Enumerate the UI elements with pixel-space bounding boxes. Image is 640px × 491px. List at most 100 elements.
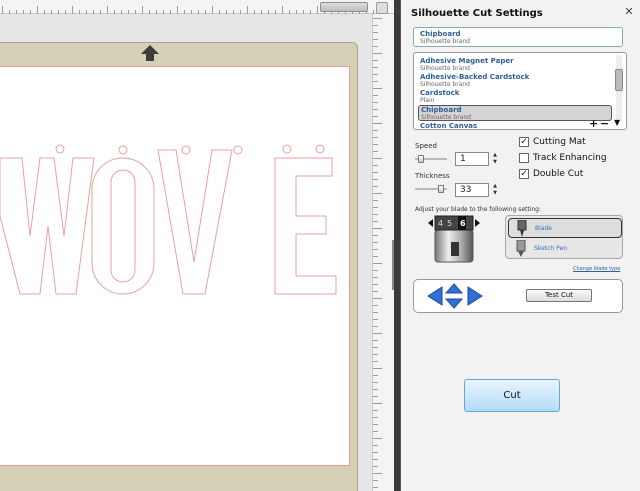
letter-v-outline [157, 149, 233, 295]
ruler-tick [373, 88, 382, 89]
list-item[interactable]: Adhesive-Backed Cardstock Silhouette bra… [418, 73, 612, 89]
ruler-tick [79, 10, 80, 14]
ruler-tick [373, 172, 378, 173]
track-enhancing-checkbox[interactable] [519, 153, 529, 163]
ruler-tick [373, 95, 378, 96]
right-ruler [372, 14, 394, 491]
ruler-tick [373, 130, 378, 131]
ruler-tick [100, 10, 101, 14]
add-material-button[interactable]: + [589, 117, 598, 130]
material-select[interactable]: Chipboard Silhouette brand [413, 27, 623, 47]
ruler-tick [373, 480, 378, 481]
slider-knob[interactable] [418, 155, 424, 163]
ruler-tick [373, 53, 382, 54]
thickness-slider[interactable] [415, 185, 447, 193]
blade-instructions: Adjust your blade to the following setti… [415, 206, 542, 213]
ruler-tick [170, 10, 171, 14]
test-cut-controls: Test Cut [413, 279, 623, 313]
list-item[interactable]: Adhesive Magnet Paper Silhouette brand [418, 57, 612, 73]
cut-button[interactable]: Cut [464, 379, 560, 412]
blade-option-label: Blade [535, 225, 552, 232]
ruler-tick [289, 10, 290, 14]
wove-design[interactable] [0, 66, 350, 466]
mat-up-arrow-icon[interactable] [140, 44, 160, 62]
ruler-tick [135, 10, 136, 14]
ruler-tick [296, 10, 297, 14]
letter-w-hole [55, 144, 65, 154]
close-icon[interactable]: ✕ [623, 6, 635, 18]
letter-v-hole-1 [181, 145, 191, 155]
window-box-icon[interactable] [376, 2, 388, 14]
list-scrollbar[interactable] [614, 55, 624, 121]
double-cut-label: Double Cut [533, 169, 584, 179]
move-arrows-icon[interactable] [426, 283, 490, 309]
letter-v-hole-2 [233, 145, 243, 155]
ruler-tick [373, 18, 382, 19]
double-cut-checkbox[interactable]: ✓ [519, 169, 529, 179]
cutting-mat-label: Cutting Mat [533, 137, 586, 147]
speed-label: Speed [415, 142, 437, 150]
ruler-tick [373, 193, 382, 194]
slider-knob[interactable] [438, 185, 444, 193]
ruler-tick [282, 6, 283, 14]
ruler-tick [198, 10, 199, 14]
ruler-tick [65, 10, 66, 14]
list-item[interactable]: Cardstock Plain [418, 89, 612, 105]
change-blade-type-link[interactable]: Change blade type [573, 266, 620, 272]
ruler-tick [254, 10, 255, 14]
list-item-brand: Silhouette brand [421, 114, 471, 121]
ruler-tick [275, 10, 276, 14]
speed-slider[interactable] [415, 155, 447, 163]
ruler-tick [240, 10, 241, 14]
ruler-tick [9, 10, 10, 14]
ruler-tick [44, 10, 45, 14]
ruler-tick [310, 10, 311, 14]
scroll-thumb[interactable] [615, 69, 623, 91]
blade-option[interactable]: Blade [508, 218, 622, 238]
ruler-tick [373, 305, 378, 306]
ruler-tick [373, 417, 378, 418]
window-drag-handle[interactable] [320, 2, 368, 12]
letter-o-hole [118, 145, 128, 155]
list-item-name: Cotton Canvas [420, 122, 478, 130]
thickness-stepper-arrows-icon[interactable]: ▲ ▼ [491, 183, 499, 197]
remove-material-button[interactable]: − [600, 117, 609, 130]
ruler-tick [373, 214, 378, 215]
ruler-tick [373, 32, 378, 33]
pen-icon [516, 240, 526, 257]
ruler-tick [149, 10, 150, 14]
thickness-stepper[interactable]: 33 [455, 183, 489, 197]
letter-e-hole-1 [282, 144, 292, 154]
ruler-tick [373, 403, 382, 404]
ruler-tick [373, 81, 378, 82]
design-workspace[interactable] [0, 0, 394, 491]
cutting-mat-checkbox[interactable]: ✓ [519, 137, 529, 147]
speed-stepper[interactable]: 1 [455, 152, 489, 166]
ruler-tick [261, 10, 262, 14]
list-item[interactable]: Cotton Canvas [418, 122, 612, 130]
letter-o-outer [91, 157, 155, 295]
ruler-tick [373, 389, 378, 390]
ruler-tick [373, 116, 378, 117]
ruler-tick [317, 6, 318, 14]
speed-stepper-arrows-icon[interactable]: ▲ ▼ [491, 152, 499, 166]
ruler-tick [373, 410, 378, 411]
ruler-tick [373, 466, 378, 467]
ruler-tick [226, 10, 227, 14]
test-cut-button[interactable]: Test Cut [526, 289, 592, 302]
list-item-selected[interactable]: Chipboard Silhouette brand [418, 105, 612, 121]
ruler-tick [2, 6, 3, 14]
ruler-tick [373, 25, 378, 26]
ruler-tick [373, 158, 382, 159]
letter-w-outline [0, 157, 95, 295]
sketch-pen-option[interactable]: Sketch Pen [508, 239, 622, 259]
ruler-tick [373, 361, 378, 362]
material-select-brand: Silhouette brand [420, 38, 470, 45]
ruler-tick [373, 487, 378, 488]
chevron-down-icon[interactable]: ▼ [614, 118, 620, 127]
ruler-tick [373, 312, 378, 313]
ruler-tick [373, 123, 382, 124]
ruler-tick [373, 445, 378, 446]
ruler-tick [373, 368, 382, 369]
list-item-name: Chipboard [421, 106, 462, 114]
